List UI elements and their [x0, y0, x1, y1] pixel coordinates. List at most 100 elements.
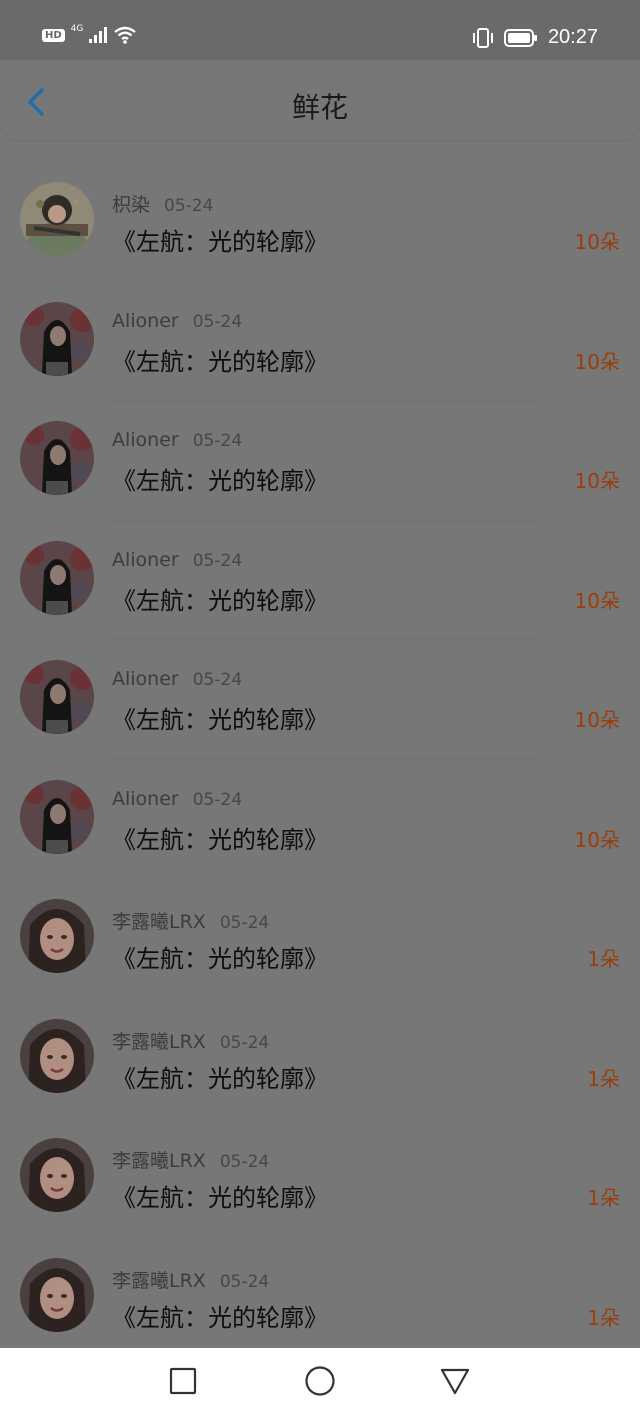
avatar[interactable] — [20, 779, 94, 854]
flower-amount: 1朵 — [587, 1186, 620, 1210]
list-item[interactable]: Alioner 05-24 《左航：光的轮廓》 10朵 — [0, 282, 640, 402]
flower-amount: 10朵 — [574, 588, 620, 613]
gift-date: 05-24 — [192, 670, 243, 690]
avatar-photo-image — [20, 301, 94, 376]
user-name: 李露曦LRX — [112, 1269, 206, 1292]
work-title: 《左航：光的轮廓》 — [112, 347, 328, 376]
row-meta: 李露曦LRX 05-24 — [112, 1146, 269, 1173]
home-button[interactable] — [303, 1364, 337, 1398]
gift-date: 05-24 — [219, 1271, 270, 1292]
list-item[interactable]: Alioner 05-24 《左航：光的轮廓》 10朵 — [0, 760, 640, 880]
flower-amount: 1朵 — [587, 947, 620, 971]
avatar[interactable] — [20, 899, 94, 973]
work-title: 《左航：光的轮廓》 — [112, 825, 328, 854]
row-meta: Alioner 05-24 — [112, 310, 242, 332]
status-time: 20:27 — [547, 26, 598, 48]
row-meta: Alioner 05-24 — [112, 429, 242, 451]
recent-apps-square-icon — [169, 1367, 197, 1395]
avatar[interactable] — [20, 1018, 94, 1093]
gift-date: 05-24 — [192, 550, 243, 571]
page-title: 鲜花 — [291, 91, 348, 124]
avatar[interactable] — [20, 421, 94, 495]
work-title: 《左航：光的轮廓》 — [112, 467, 328, 495]
flower-amount: 1朵 — [587, 1066, 620, 1091]
network-type-label: 4G — [70, 24, 84, 34]
list-item[interactable]: 枳染 05-24 《左航：光的轮廓》 10朵 — [0, 162, 640, 282]
back-triangle-icon — [440, 1368, 470, 1395]
work-title: 《左航：光的轮廓》 — [112, 1303, 328, 1332]
row-meta: Alioner 05-24 — [112, 668, 242, 690]
flower-amount: 10朵 — [574, 708, 620, 732]
avatar[interactable] — [20, 1138, 94, 1212]
work-title: 《左航：光的轮廓》 — [112, 945, 328, 973]
list-item[interactable]: 李露曦LRX 05-24 《左航：光的轮廓》 1朵 — [0, 1118, 640, 1238]
status-bar: HD 4G 20:27 — [0, 0, 640, 60]
gift-date: 05-24 — [192, 431, 243, 451]
status-left-group: HD 4G — [42, 24, 137, 44]
home-circle-icon — [305, 1366, 335, 1396]
nav-back-button[interactable] — [438, 1364, 472, 1398]
wifi-icon — [114, 26, 137, 44]
list-item[interactable]: Alioner 05-24 《左航：光的轮廓》 10朵 — [0, 521, 640, 641]
gift-date: 05-24 — [192, 789, 243, 810]
row-meta: 李露曦LRX 05-24 — [112, 1027, 269, 1054]
flower-amount: 10朵 — [574, 230, 620, 254]
avatar[interactable] — [20, 301, 94, 376]
user-name: 李露曦LRX — [112, 1150, 206, 1172]
app-header: 鲜花 — [0, 60, 640, 140]
row-meta: Alioner 05-24 — [112, 788, 242, 810]
gift-date: 05-24 — [192, 311, 243, 332]
avatar[interactable] — [20, 660, 94, 734]
work-title: 《左航：光的轮廓》 — [112, 586, 328, 615]
work-title: 《左航：光的轮廓》 — [112, 1184, 328, 1212]
work-title: 《左航：光的轮廓》 — [112, 706, 328, 734]
user-name: Alioner — [112, 668, 179, 690]
avatar-photo-image — [20, 1018, 94, 1093]
signal-strength-icon — [89, 27, 108, 43]
avatar-photo-image — [20, 1257, 94, 1332]
user-name: Alioner — [112, 548, 179, 571]
vibrate-icon — [472, 27, 493, 48]
user-name: Alioner — [112, 429, 179, 451]
user-name: 枳染 — [112, 194, 151, 216]
work-title: 《左航：光的轮廓》 — [112, 1064, 328, 1093]
list-item[interactable]: Alioner 05-24 《左航：光的轮廓》 10朵 — [0, 401, 640, 521]
avatar[interactable] — [20, 1257, 94, 1332]
gift-date: 05-24 — [219, 913, 270, 933]
avatar[interactable] — [20, 540, 94, 615]
avatar[interactable] — [20, 182, 94, 256]
avatar-photo-image — [20, 899, 94, 973]
flower-amount: 10朵 — [574, 349, 620, 374]
row-meta: 李露曦LRX 05-24 — [112, 1266, 269, 1293]
row-meta: 枳染 05-24 — [112, 190, 213, 217]
list-item[interactable]: 李露曦LRX 05-24 《左航：光的轮廓》 1朵 — [0, 879, 640, 999]
flower-amount: 10朵 — [574, 827, 620, 852]
flower-gift-list: 枳染 05-24 《左航：光的轮廓》 10朵 Alioner 05-24 《左航：光… — [0, 162, 640, 1357]
recent-apps-button[interactable] — [166, 1364, 200, 1398]
avatar-photo-image — [20, 1138, 94, 1212]
list-item[interactable]: Alioner 05-24 《左航：光的轮廓》 10朵 — [0, 640, 640, 760]
battery-icon — [503, 28, 537, 47]
avatar-photo-image — [20, 779, 94, 854]
list-item[interactable]: 李露曦LRX 05-24 《左航：光的轮廓》 1朵 — [0, 1238, 640, 1358]
user-name: Alioner — [112, 309, 179, 332]
user-name: 李露曦LRX — [112, 1030, 206, 1053]
row-meta: Alioner 05-24 — [112, 549, 242, 571]
avatar-photo-image — [20, 540, 94, 615]
gift-date: 05-24 — [164, 196, 214, 216]
hd-badge: HD — [42, 28, 65, 42]
gift-date: 05-24 — [219, 1152, 270, 1172]
list-item[interactable]: 李露曦LRX 05-24 《左航：光的轮廓》 1朵 — [0, 999, 640, 1119]
status-right-group: 20:27 — [472, 26, 598, 49]
gift-date: 05-24 — [219, 1032, 270, 1053]
work-title: 《左航：光的轮廓》 — [112, 228, 328, 256]
user-name: 李露曦LRX — [112, 911, 206, 933]
avatar-photo-image — [20, 660, 94, 734]
system-nav-bar — [0, 1348, 640, 1415]
row-meta: 李露曦LRX 05-24 — [112, 907, 269, 934]
flower-amount: 10朵 — [574, 469, 620, 493]
user-name: Alioner — [112, 787, 179, 810]
flower-amount: 1朵 — [587, 1305, 620, 1330]
avatar-photo-image — [20, 421, 94, 495]
avatar-illustration-image — [20, 182, 94, 256]
